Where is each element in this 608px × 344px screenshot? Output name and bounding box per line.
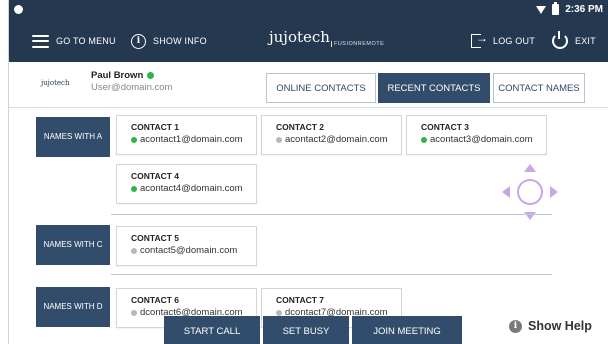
group-divider bbox=[111, 274, 552, 275]
tab-label: ONLINE CONTACTS bbox=[276, 82, 366, 94]
show-info-button[interactable]: i SHOW INFO bbox=[131, 20, 207, 62]
user-bar: jujotech Paul Brown User@domain.com ONLI… bbox=[9, 62, 608, 108]
status-dot bbox=[276, 136, 282, 143]
brand-logo: jujotech FUSIONREMOTE bbox=[269, 25, 384, 57]
show-info-label: SHOW INFO bbox=[153, 36, 207, 46]
top-nav: GO TO MENU i SHOW INFO jujotech FUSIONRE… bbox=[9, 20, 608, 62]
wifi-icon bbox=[536, 5, 547, 14]
arrow-up-icon[interactable] bbox=[524, 164, 536, 172]
exit-button[interactable]: EXIT bbox=[552, 20, 596, 62]
group-names-with-a[interactable]: NAMES WITH A bbox=[36, 117, 110, 157]
status-dot bbox=[421, 136, 427, 143]
contact-email-row: acontact1@domain.com bbox=[131, 134, 256, 145]
contact-email: contact5@domain.com bbox=[140, 245, 238, 256]
contact-email-row: contact5@domain.com bbox=[131, 245, 256, 256]
status-indicators: 2:36 PM bbox=[536, 2, 603, 15]
group-names-with-c[interactable]: NAMES WITH C bbox=[36, 225, 110, 265]
online-status-dot bbox=[147, 72, 155, 79]
contact-name: CONTACT 5 bbox=[131, 233, 180, 243]
clock: 2:36 PM bbox=[565, 4, 603, 15]
contact-name: CONTACT 2 bbox=[276, 122, 325, 132]
status-dot bbox=[131, 309, 137, 316]
contact-email: acontact1@domain.com bbox=[140, 134, 243, 145]
group-names-with-d[interactable]: NAMES WITH D bbox=[36, 287, 110, 327]
logout-icon bbox=[471, 31, 488, 48]
help-icon: i bbox=[509, 319, 522, 333]
contact-name: CONTACT 4 bbox=[131, 171, 180, 181]
tab-label: RECENT CONTACTS bbox=[387, 82, 481, 94]
user-name-text: Paul Brown bbox=[91, 70, 144, 81]
log-out-label: LOG OUT bbox=[493, 36, 535, 46]
status-dot bbox=[131, 247, 137, 254]
info-icon: i bbox=[131, 33, 146, 49]
contact-email-row: acontact2@domain.com bbox=[276, 134, 401, 145]
show-help-button[interactable]: i Show Help bbox=[509, 319, 592, 333]
contact-email-row: acontact3@domain.com bbox=[421, 134, 546, 145]
start-call-button[interactable]: START CALL bbox=[164, 316, 260, 344]
go-to-menu-button[interactable]: GO TO MENU bbox=[32, 20, 116, 62]
log-out-button[interactable]: LOG OUT bbox=[471, 20, 535, 62]
contact-card[interactable]: CONTACT 5 contact5@domain.com bbox=[116, 226, 257, 266]
brand-subtitle: FUSIONREMOTE bbox=[330, 41, 384, 47]
contact-name: CONTACT 7 bbox=[276, 295, 325, 305]
tab-contact-names[interactable]: CONTACT NAMES bbox=[493, 73, 585, 103]
go-to-menu-label: GO TO MENU bbox=[56, 36, 116, 46]
contact-email-row: acontact4@domain.com bbox=[131, 183, 256, 194]
status-bar: 2:36 PM bbox=[9, 0, 608, 20]
hamburger-icon bbox=[32, 34, 49, 48]
status-dot bbox=[131, 136, 137, 143]
user-name: Paul Brown bbox=[91, 70, 155, 81]
company-logo: jujotech bbox=[41, 79, 70, 87]
join-meeting-button[interactable]: JOIN MEETING bbox=[352, 316, 462, 344]
status-dot bbox=[276, 309, 282, 316]
contact-card[interactable]: CONTACT 4 acontact4@domain.com bbox=[116, 164, 257, 204]
contact-name: CONTACT 1 bbox=[131, 122, 180, 132]
arrow-right-icon[interactable] bbox=[550, 186, 558, 198]
battery-icon bbox=[552, 2, 560, 15]
contact-name: CONTACT 6 bbox=[131, 295, 180, 305]
arrow-left-icon[interactable] bbox=[502, 186, 510, 198]
tab-online-contacts[interactable]: ONLINE CONTACTS bbox=[266, 73, 376, 103]
contact-email: acontact3@domain.com bbox=[430, 134, 533, 145]
app-window: 2:36 PM GO TO MENU i SHOW INFO jujotech … bbox=[8, 0, 608, 344]
brand-name: jujotech bbox=[269, 28, 330, 46]
show-help-label: Show Help bbox=[528, 319, 592, 333]
status-dot bbox=[131, 185, 137, 192]
contact-card[interactable]: CONTACT 2 acontact2@domain.com bbox=[261, 115, 402, 155]
tab-label: CONTACT NAMES bbox=[498, 82, 580, 94]
contact-name: CONTACT 3 bbox=[421, 122, 470, 132]
group-divider bbox=[111, 214, 552, 215]
contact-email: acontact2@domain.com bbox=[285, 134, 388, 145]
contacts-list: NAMES WITH A CONTACT 1 acontact1@domain.… bbox=[9, 108, 608, 344]
power-icon bbox=[552, 31, 568, 49]
dpad-icon[interactable] bbox=[502, 164, 558, 220]
dpad-center-icon[interactable] bbox=[517, 179, 543, 205]
tab-recent-contacts[interactable]: RECENT CONTACTS bbox=[378, 73, 490, 103]
contact-card[interactable]: CONTACT 1 acontact1@domain.com bbox=[116, 115, 257, 155]
exit-label: EXIT bbox=[575, 36, 596, 46]
user-email: User@domain.com bbox=[91, 82, 173, 93]
contact-email: acontact4@domain.com bbox=[140, 183, 243, 194]
camera-icon bbox=[14, 5, 23, 14]
contact-card[interactable]: CONTACT 3 acontact3@domain.com bbox=[406, 115, 547, 155]
set-busy-button[interactable]: SET BUSY bbox=[263, 316, 349, 344]
